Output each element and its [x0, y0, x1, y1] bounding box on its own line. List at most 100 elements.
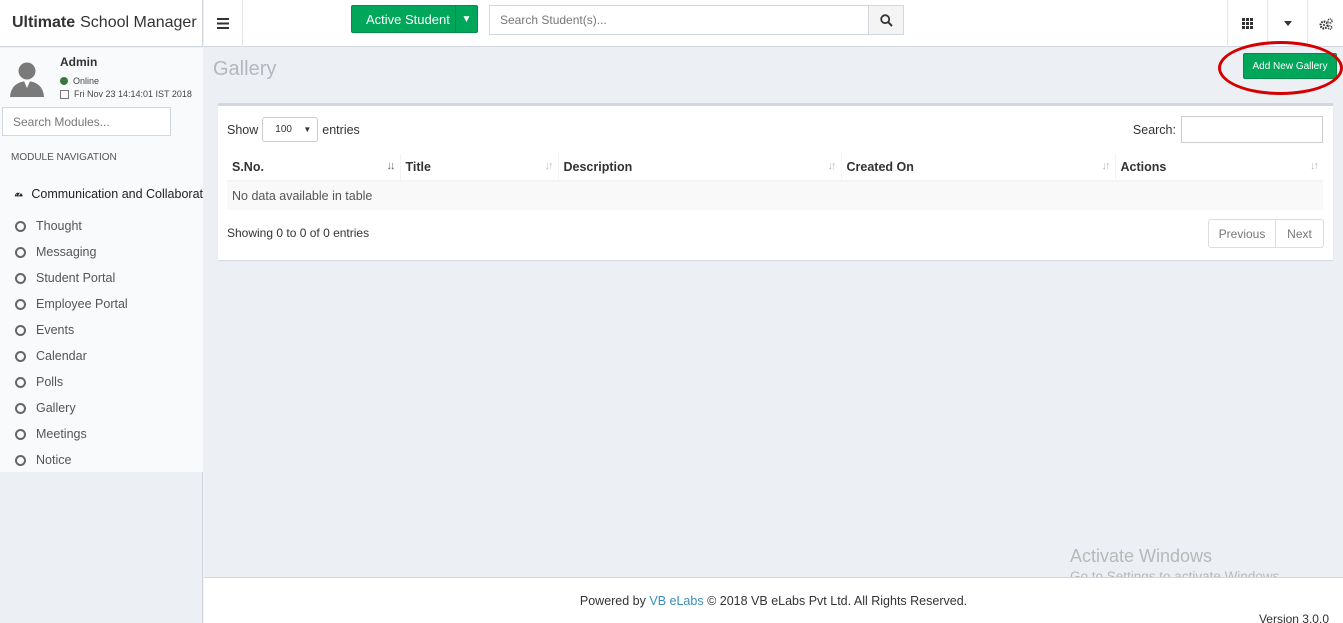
sort-icon: ↓↑ [544, 160, 554, 172]
circle-icon [15, 376, 26, 388]
sidebar-nav-list: Thought Messaging Student Portal Employe… [0, 213, 203, 473]
pagination: Previous Next [1208, 219, 1324, 248]
active-student-dropdown[interactable]: Active Student ▼ [351, 5, 478, 33]
sort-icon: ↓↑ [1101, 160, 1111, 172]
circle-icon [15, 428, 26, 440]
user-status: Online [60, 76, 99, 86]
sidebar-toggle-button[interactable] [204, 0, 243, 47]
sidebar-item-events[interactable]: Events [0, 317, 203, 343]
sidebar-item-label: Meetings [36, 427, 87, 441]
app-logo[interactable]: Ultimate School Manager [0, 0, 203, 47]
empty-table-message: No data available in table [227, 181, 1323, 210]
watermark-title: Activate Windows [1070, 546, 1213, 566]
table-info: Showing 0 to 0 of 0 entries [227, 226, 370, 240]
circle-icon [15, 246, 26, 258]
sidebar-category-label: Communication and Collaborat [31, 187, 203, 201]
settings-cogs-icon [1318, 17, 1333, 30]
gallery-table-box: Show 100 ▼ entries Search: S.No. ↓↓ Title… [218, 103, 1333, 260]
sidebar-item-label: Thought [36, 219, 82, 233]
sidebar-item-label: Messaging [36, 245, 97, 259]
sidebar: Admin Online Fri Nov 23 14:14:01 IST 201… [0, 48, 203, 472]
page-title: Gallery [213, 58, 277, 80]
table-search-control: Search: [1133, 116, 1323, 143]
app-title-rest: School Manager [80, 14, 197, 31]
menu-icon [217, 18, 229, 29]
sidebar-item-gallery[interactable]: Gallery [0, 395, 203, 421]
user-datetime: Fri Nov 23 14:14:01 IST 2018 [60, 89, 192, 99]
module-navigation-heading: MODULE NAVIGATION [11, 152, 117, 163]
gallery-table: S.No. ↓↓ Title ↓↑ Description ↓↑ Created On… [227, 154, 1323, 210]
search-icon [879, 13, 893, 27]
sidebar-item-label: Employee Portal [36, 297, 128, 311]
circle-icon [15, 220, 26, 232]
sidebar-item-label: Events [36, 323, 75, 337]
circle-icon [15, 350, 26, 362]
powered-by-label: Powered by [579, 594, 646, 608]
sidebar-item-student-portal[interactable]: Student Portal [0, 265, 203, 291]
active-student-label: Active Student [366, 11, 450, 27]
sidebar-item-label: Polls [36, 375, 64, 389]
sidebar-item-polls[interactable]: Polls [0, 369, 203, 395]
sidebar-item-thought[interactable]: Thought [0, 213, 203, 239]
sidebar-item-notice[interactable]: Notice [0, 447, 203, 473]
footer-text: Powered by VB eLabs © 2018 VB eLabs Pvt … [204, 594, 1343, 608]
sidebar-item-employee-portal[interactable]: Employee Portal [0, 291, 203, 317]
table-header-row: S.No. ↓↓ Title ↓↑ Description ↓↑ Created On… [227, 154, 1323, 182]
show-label: Show [227, 122, 259, 137]
caret-down-icon [1283, 21, 1292, 26]
copyright-text: © 2018 VB eLabs Pvt Ltd. All Rights Rese… [707, 594, 968, 608]
sidebar-item-label: Notice [36, 453, 72, 467]
student-search-button[interactable] [868, 5, 904, 35]
grid-icon [1242, 18, 1253, 29]
calendar-icon [60, 89, 69, 99]
footer: Powered by VB eLabs © 2018 VB eLabs Pvt … [204, 577, 1343, 623]
previous-page-button[interactable]: Previous [1208, 219, 1276, 248]
circle-icon [15, 402, 26, 414]
sidebar-item-messaging[interactable]: Messaging [0, 239, 203, 265]
sidebar-item-label: Gallery [36, 401, 76, 415]
online-status-icon [60, 77, 68, 85]
circle-icon [15, 454, 26, 466]
user-name: Admin [60, 55, 98, 69]
sort-asc-icon: ↓↓ [386, 160, 396, 172]
student-search-input[interactable] [489, 5, 869, 35]
table-search-label: Search: [1132, 122, 1176, 137]
caret-down-icon[interactable]: ▼ [455, 6, 477, 32]
dashboard-icon [14, 191, 23, 197]
company-link[interactable]: VB eLabs [649, 594, 703, 608]
user-menu-dropdown[interactable] [1267, 0, 1307, 47]
module-search-input[interactable] [2, 107, 171, 136]
entries-label: entries [322, 122, 360, 137]
circle-icon [15, 298, 26, 310]
caret-down-icon: ▼ [303, 125, 312, 134]
column-header-sno[interactable]: S.No. ↓↓ [227, 154, 400, 182]
table-row: No data available in table [227, 181, 1323, 210]
sidebar-item-label: Student Portal [36, 271, 116, 285]
user-datetime-text: Fri Nov 23 14:14:01 IST 2018 [74, 89, 192, 99]
navbar-right-actions [1227, 0, 1343, 47]
version-label: Version 3.0.0 [1258, 612, 1329, 623]
sidebar-item-calendar[interactable]: Calendar [0, 343, 203, 369]
settings-button[interactable] [1307, 0, 1343, 47]
avatar [10, 62, 44, 97]
add-new-gallery-button[interactable]: Add New Gallery [1243, 53, 1337, 79]
page-length-select[interactable]: 100 ▼ [262, 117, 319, 142]
column-header-description[interactable]: Description ↓↑ [557, 154, 841, 182]
user-status-text: Online [73, 76, 100, 86]
user-panel: Admin Online Fri Nov 23 14:14:01 IST 201… [0, 48, 203, 103]
next-page-button[interactable]: Next [1276, 219, 1324, 248]
page-length-value: 100 [275, 124, 292, 135]
column-header-actions[interactable]: Actions ↓↑ [1114, 154, 1323, 182]
sidebar-category-communication[interactable]: Communication and Collaborat [0, 184, 203, 204]
sidebar-item-meetings[interactable]: Meetings [0, 421, 203, 447]
column-header-title[interactable]: Title ↓↑ [399, 154, 558, 182]
sidebar-item-label: Calendar [36, 349, 87, 363]
table-search-input[interactable] [1181, 116, 1323, 143]
circle-icon [15, 272, 26, 284]
apps-grid-button[interactable] [1227, 0, 1267, 47]
top-navbar: Active Student ▼ [204, 0, 1343, 47]
page-length-control: Show 100 ▼ entries [227, 117, 360, 142]
circle-icon [15, 324, 26, 336]
sort-icon: ↓↑ [827, 160, 837, 172]
column-header-created-on[interactable]: Created On ↓↑ [840, 154, 1115, 182]
